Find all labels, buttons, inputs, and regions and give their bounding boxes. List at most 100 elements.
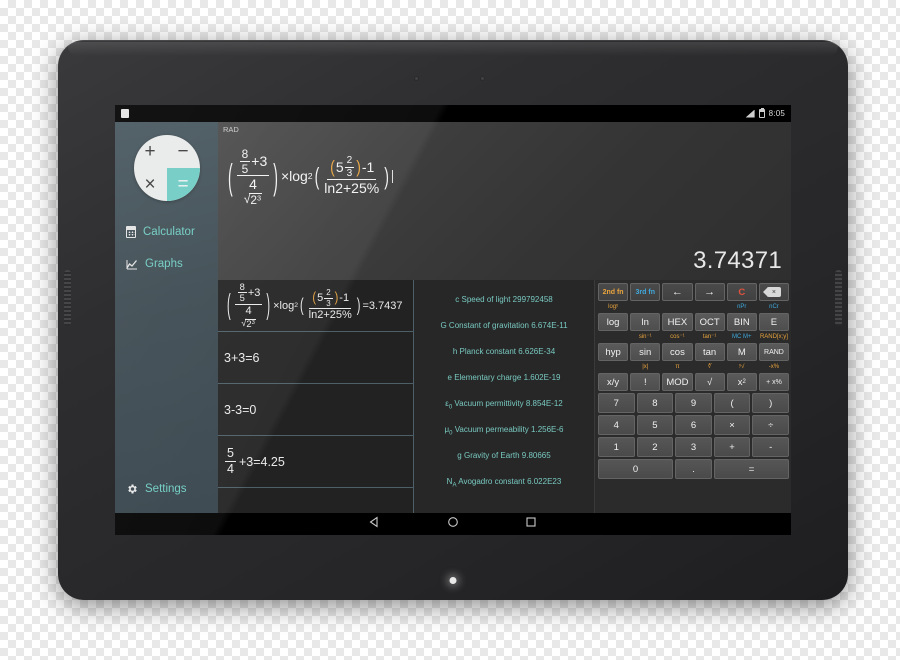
key-cos[interactable]: cos	[662, 343, 693, 361]
angle-mode-indicator: RAD	[223, 125, 239, 134]
key-hyp[interactable]: hyp	[598, 343, 629, 361]
key-factorial[interactable]: !	[630, 373, 661, 391]
logo-equals: =	[166, 168, 200, 201]
key-9[interactable]: 9	[675, 393, 712, 413]
key-divide[interactable]: ÷	[752, 415, 789, 435]
expr-plus3: +3	[251, 153, 268, 170]
key-square[interactable]: x2	[726, 373, 757, 391]
key-rand[interactable]: RAND	[758, 343, 790, 361]
key-6[interactable]: 6	[675, 415, 712, 435]
key-log[interactable]: log	[598, 313, 629, 331]
sidebar-item-settings-label: Settings	[145, 483, 187, 495]
key-0[interactable]: 0	[598, 459, 673, 479]
constant-symbol-2: h	[452, 347, 458, 356]
key-7[interactable]: 7	[598, 393, 635, 413]
list-item[interactable]: h Planck constant 6.626E-34	[414, 339, 594, 365]
key-clear[interactable]: C	[726, 283, 757, 301]
notification-led	[449, 577, 457, 584]
list-item[interactable]: ( 8 5 +3 4 √ 23) ×log 2 ((5 2 3) -1 …	[218, 280, 413, 332]
constant-sub-5: 0	[449, 430, 453, 437]
home-button[interactable]	[447, 515, 459, 533]
key-paren-open[interactable]: (	[713, 393, 751, 413]
history-result-0: =3.7437	[362, 299, 403, 312]
list-item[interactable]: e Elementary charge 1.602E-19	[414, 365, 594, 391]
key-3rd-fn[interactable]: 3rd fn	[630, 283, 661, 301]
key-hex[interactable]: HEX	[662, 313, 693, 331]
key-bin[interactable]: BIN	[726, 313, 757, 331]
hist-inner-paren-close: )	[334, 290, 339, 306]
list-item[interactable]: ε0 Vacuum permittivity 8.854E-12	[414, 391, 594, 417]
key-arrow-left[interactable]: ←	[662, 283, 693, 301]
key-x-over-y[interactable]: x/y	[598, 373, 629, 391]
constant-value-6: 9.80665	[521, 451, 551, 460]
key-minus[interactable]: -	[752, 437, 789, 457]
list-item[interactable]: 3-3=0	[218, 384, 413, 436]
list-item[interactable]: g Gravity of Earth 9.80665	[414, 443, 594, 469]
list-item[interactable]: c Speed of light 299792458	[414, 287, 594, 313]
constant-value-1: 6.674E-11	[531, 321, 568, 330]
key-equals[interactable]: =	[714, 459, 790, 479]
list-item[interactable]: μ0 Vacuum permeability 1.256E-6	[414, 417, 594, 443]
key-2nd-fn[interactable]: 2nd fn	[598, 283, 629, 301]
constants-list[interactable]: c Speed of light 299792458 G Constant of…	[414, 280, 595, 513]
backspace-icon: ×	[762, 287, 781, 297]
key-mod[interactable]: MOD	[662, 373, 693, 391]
calculator-display[interactable]: RAD ( 8 5 +3 4 √ 23) ×log 2 ((5 2 3)…	[218, 122, 791, 280]
lower-panes: ( 8 5 +3 4 √ 23) ×log 2 ((5 2 3) -1 …	[218, 280, 791, 513]
gear-icon	[126, 483, 138, 495]
expr-n1: 8	[239, 147, 251, 162]
constant-name-5: Vacuum permeability	[454, 425, 529, 434]
history-list[interactable]: ( 8 5 +3 4 √ 23) ×log 2 ((5 2 3) -1 …	[218, 280, 414, 513]
logo-times: ×	[144, 173, 156, 195]
keypad-labels-row-3: |x| π ∛ ʸ√ -x%	[598, 363, 789, 372]
key-plus-percent[interactable]: + x%	[758, 373, 790, 391]
list-item[interactable]: G Constant of gravitation 6.674E-11	[414, 313, 594, 339]
expr-log-base: 2	[307, 171, 313, 182]
logo-minus: −	[177, 140, 189, 162]
key-sqrt[interactable]: √	[694, 373, 725, 391]
recents-button[interactable]	[525, 515, 537, 533]
key-label-minus-percent: -x%	[768, 364, 780, 370]
constant-name-2: Planck constant	[459, 347, 516, 356]
speaker-right	[835, 270, 842, 326]
key-multiply[interactable]: ×	[713, 415, 751, 435]
key-plus[interactable]: +	[713, 437, 751, 457]
key-arrow-right[interactable]: →	[694, 283, 725, 301]
key-backspace[interactable]: ×	[758, 283, 790, 301]
hist-inner-paren-open: (	[312, 290, 317, 306]
sidebar-item-calculator[interactable]: Calculator	[115, 219, 218, 245]
key-label-acos: cos⁻¹	[670, 334, 685, 340]
key-3[interactable]: 3	[675, 437, 712, 457]
history-entry-3-rest: +3=4.25	[238, 454, 285, 469]
key-4[interactable]: 4	[598, 415, 635, 435]
hist-d1: 5	[239, 293, 245, 304]
list-item[interactable]: 5 4 +3=4.25	[218, 436, 413, 488]
list-item[interactable]: NA Avogadro constant 6.022E23	[414, 469, 594, 495]
key-e[interactable]: E	[758, 313, 790, 331]
key-2[interactable]: 2	[636, 437, 674, 457]
sidebar-item-graphs-label: Graphs	[145, 258, 183, 270]
keypad-row-zero: 0 . =	[598, 459, 790, 479]
key-5[interactable]: 5	[636, 415, 674, 435]
key-ln[interactable]: ln	[630, 313, 661, 331]
constant-name-0: Speed of light	[461, 295, 511, 304]
calculator-icon	[126, 226, 136, 238]
key-1[interactable]: 1	[598, 437, 635, 457]
key-memory[interactable]: M	[726, 343, 757, 361]
key-sin[interactable]: sin	[630, 343, 661, 361]
key-paren-close[interactable]: )	[752, 393, 789, 413]
list-item[interactable]: 3+3=6	[218, 332, 413, 384]
back-button[interactable]	[369, 515, 381, 533]
key-oct[interactable]: OCT	[694, 313, 725, 331]
constant-symbol-3: e	[447, 373, 452, 382]
key-tan[interactable]: tan	[694, 343, 725, 361]
keypad-row-functions: 2nd fn 3rd fn ← → C ×	[598, 283, 790, 301]
sidebar-item-graphs[interactable]: Graphs	[115, 251, 218, 277]
key-8[interactable]: 8	[636, 393, 674, 413]
expr-mixed-den: 3	[346, 167, 353, 179]
history-entry-2: 3-3=0	[224, 402, 257, 417]
sidebar-item-settings[interactable]: Settings	[115, 476, 218, 502]
expr-mult-log: ×log	[280, 168, 308, 185]
key-decimal[interactable]: .	[674, 459, 713, 479]
arrow-right-icon: →	[704, 286, 716, 298]
